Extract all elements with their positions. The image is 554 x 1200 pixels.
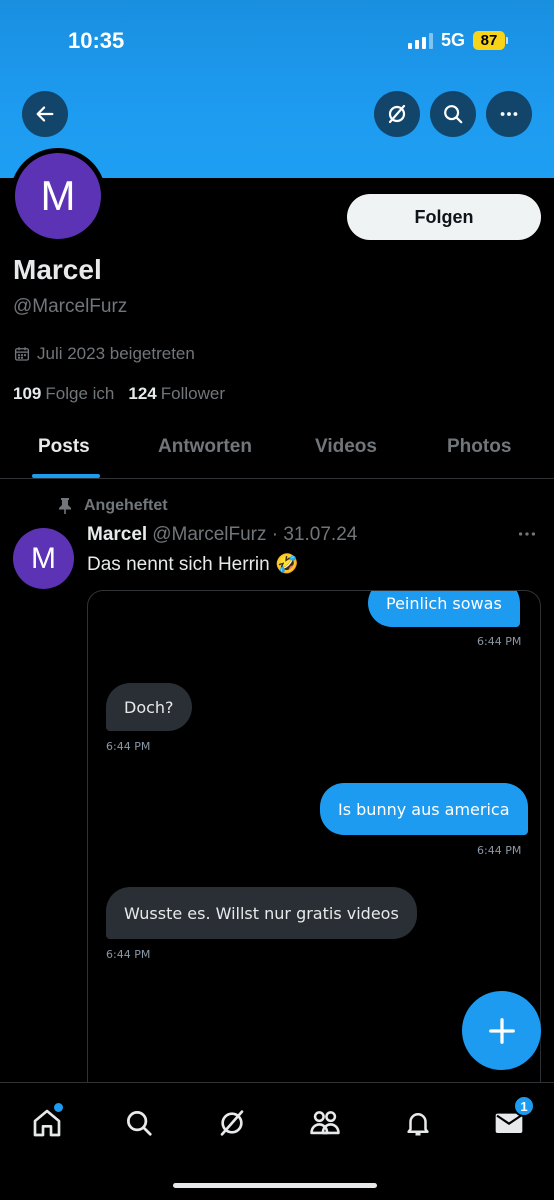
- calendar-icon: [14, 347, 30, 361]
- post-header: Marcel @MarcelFurz · 31.07.24: [87, 524, 357, 546]
- back-button[interactable]: [22, 91, 68, 137]
- tab-antworten[interactable]: Antworten: [158, 436, 252, 458]
- grok-icon: [388, 104, 406, 124]
- post-author[interactable]: Marcel: [87, 524, 147, 546]
- followers-label: Follower: [160, 384, 225, 403]
- home-indicator: [173, 1183, 377, 1188]
- follow-button[interactable]: Folgen: [347, 194, 541, 240]
- chat-timestamp: 6:44 PM: [106, 948, 151, 961]
- search-button[interactable]: [430, 91, 476, 137]
- messages-badge: 1: [513, 1095, 535, 1117]
- search-icon: [127, 1111, 152, 1136]
- chat-bubble-outgoing: Peinlich sowas: [368, 591, 520, 627]
- post-avatar[interactable]: M: [13, 528, 74, 589]
- battery-icon: 87: [473, 31, 508, 50]
- search-icon: [444, 105, 463, 124]
- more-horizontal-icon: [500, 112, 518, 116]
- avatar-letter: M: [15, 153, 101, 239]
- nav-home[interactable]: [27, 1103, 67, 1143]
- pinned-text: Angeheftet: [84, 497, 168, 514]
- post-meta: @MarcelFurz · 31.07.24: [152, 524, 358, 545]
- follow-counts: 109 Folge ich 124 Follower: [13, 384, 225, 404]
- chat-bubble-incoming: Wusste es. Willst nur gratis videos: [106, 887, 417, 939]
- status-indicators: 5G 87: [407, 30, 508, 51]
- profile-banner: [0, 0, 554, 178]
- following-count: 109: [13, 384, 42, 403]
- nav-grok[interactable]: [212, 1103, 252, 1143]
- post-text: Das nennt sich Herrin 🤣: [87, 554, 299, 575]
- grok-icon: [220, 1110, 244, 1136]
- followers-link[interactable]: 124 Follower: [128, 384, 225, 404]
- profile-tabs: Posts Antworten Videos Photos: [0, 420, 554, 479]
- following-label: Folge ich: [45, 384, 115, 403]
- signal-icon: [407, 32, 433, 49]
- chat-bubble-incoming: Doch?: [106, 683, 192, 731]
- communities-icon: [310, 1111, 340, 1135]
- profile-avatar[interactable]: M: [10, 148, 106, 244]
- battery-level: 87: [473, 31, 505, 50]
- nav-notifications[interactable]: [398, 1103, 438, 1143]
- following-link[interactable]: 109 Folge ich: [13, 384, 114, 404]
- nav-search[interactable]: [119, 1103, 159, 1143]
- notifications-icon: [407, 1113, 429, 1136]
- nav-communities[interactable]: [305, 1103, 345, 1143]
- active-tab-indicator: [32, 474, 100, 478]
- pinned-label: Angeheftet: [58, 497, 168, 515]
- grok-button[interactable]: [374, 91, 420, 137]
- chat-timestamp: 6:44 PM: [106, 740, 151, 753]
- tab-photos[interactable]: Photos: [447, 436, 511, 458]
- pin-icon: [59, 498, 71, 514]
- home-notification-dot: [54, 1103, 63, 1112]
- network-label: 5G: [440, 30, 465, 50]
- status-time: 10:35: [68, 28, 125, 53]
- compose-button[interactable]: [462, 991, 541, 1070]
- profile-handle: @MarcelFurz: [13, 296, 128, 317]
- more-horizontal-icon: [518, 532, 536, 536]
- followers-count: 124: [128, 384, 157, 403]
- tab-posts[interactable]: Posts: [38, 436, 90, 458]
- nav-messages[interactable]: 1: [489, 1095, 535, 1143]
- tab-videos[interactable]: Videos: [315, 436, 377, 458]
- chat-bubble-outgoing: Is bunny aus america: [320, 783, 528, 835]
- post-more-button[interactable]: [516, 523, 538, 551]
- chat-timestamp: 6:44 PM: [477, 844, 522, 857]
- joined-label: Juli 2023 beigetreten: [37, 344, 195, 363]
- arrow-left-icon: [36, 106, 54, 122]
- more-button[interactable]: [486, 91, 532, 137]
- chat-timestamp: 6:44 PM: [477, 635, 522, 648]
- display-name: Marcel: [13, 254, 102, 285]
- joined-date: Juli 2023 beigetreten: [13, 344, 195, 364]
- plus-icon: [488, 1017, 515, 1044]
